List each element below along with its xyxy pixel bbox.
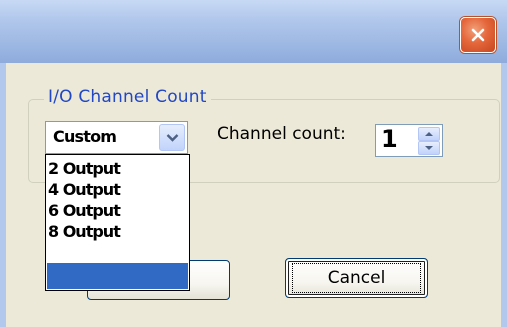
channel-count-label: Channel count: (217, 124, 346, 144)
chevron-down-icon (166, 134, 179, 142)
close-icon (471, 28, 485, 42)
channel-count-spinner[interactable]: 1 (375, 124, 443, 157)
close-button[interactable] (460, 17, 496, 53)
list-item[interactable]: 4 Output (48, 179, 121, 200)
combo-dropdown-button[interactable] (159, 124, 185, 151)
dialog-window: I/O Channel Count Custom Channel count: … (0, 0, 507, 327)
output-config-combo[interactable]: Custom (45, 121, 188, 154)
window-border-left (0, 63, 6, 327)
group-title: I/O Channel Count (44, 87, 211, 107)
list-item[interactable]: 6 Output (48, 200, 121, 221)
focus-rect (292, 263, 421, 293)
spin-down-icon (425, 146, 433, 150)
window-border-right (501, 63, 507, 327)
combo-value: Custom (53, 127, 117, 146)
spin-up-button[interactable] (418, 127, 440, 141)
channel-count-value[interactable]: 1 (381, 125, 398, 153)
combo-dropdown-list[interactable]: 2 Output 4 Output 6 Output 8 Output (45, 154, 190, 291)
title-bar[interactable] (0, 0, 507, 63)
spin-down-button[interactable] (418, 141, 440, 155)
spin-up-icon (425, 132, 433, 136)
cancel-button[interactable]: Cancel (285, 258, 428, 298)
list-item[interactable]: 2 Output (48, 158, 121, 179)
list-item-highlighted[interactable] (47, 263, 188, 289)
list-item[interactable]: 8 Output (48, 221, 121, 242)
